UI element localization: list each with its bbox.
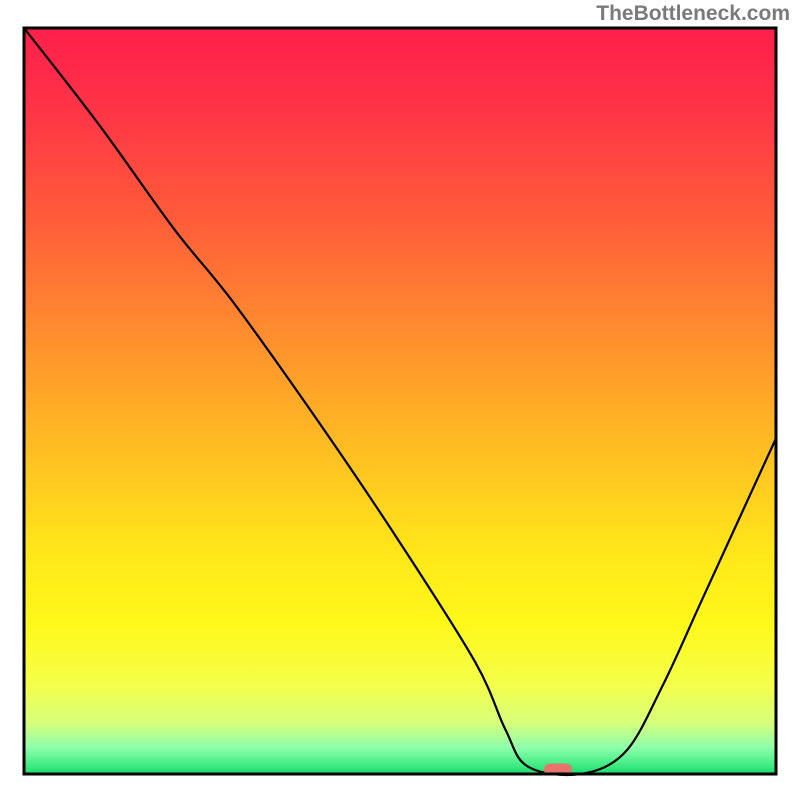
plot-background (24, 28, 776, 774)
chart-svg (0, 0, 800, 800)
watermark-text: TheBottleneck.com (596, 2, 790, 26)
chart-container: TheBottleneck.com (0, 0, 800, 800)
